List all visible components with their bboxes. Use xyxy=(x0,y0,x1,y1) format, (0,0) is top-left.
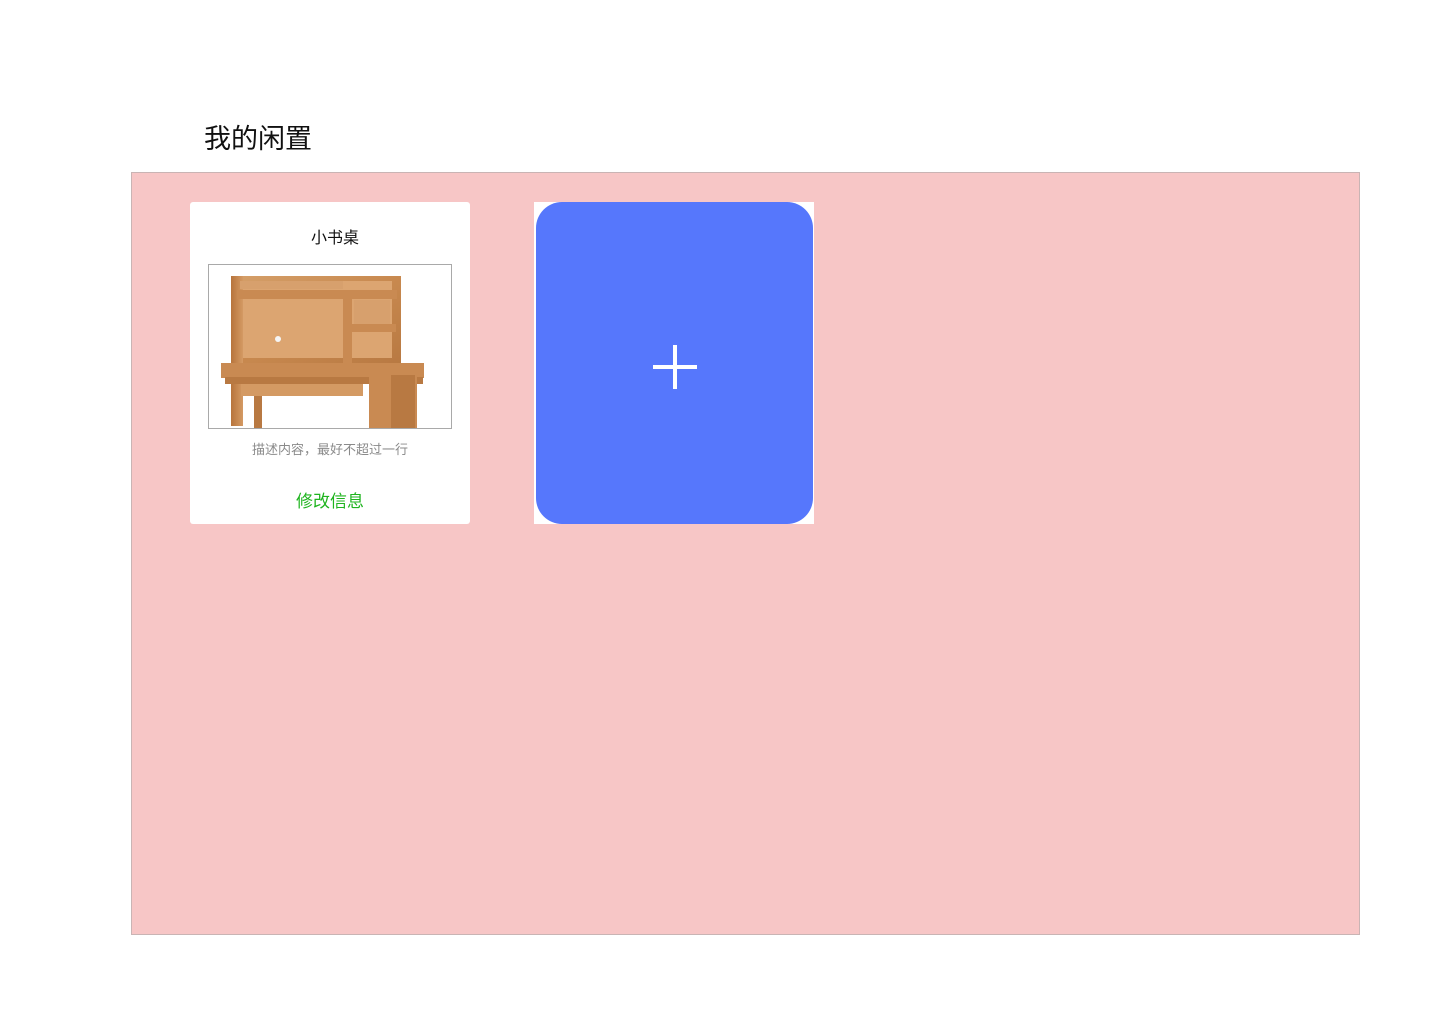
item-description: 描述内容，最好不超过一行 xyxy=(251,443,408,458)
add-item-card[interactable] xyxy=(534,202,814,524)
items-panel: 小书桌 描述内容，最好不超过一行 修改信息 xyxy=(131,172,1360,935)
item-card[interactable]: 小书桌 描述内容，最好不超过一行 修改信息 xyxy=(190,202,470,524)
plus-icon xyxy=(652,345,697,389)
edit-info-link[interactable]: 修改信息 xyxy=(190,487,470,512)
desk-image xyxy=(208,264,452,429)
add-item-button[interactable] xyxy=(536,202,813,524)
page-title: 我的闲置 xyxy=(204,124,312,155)
item-title: 小书桌 xyxy=(310,228,359,247)
page: 我的闲置 小书桌 描述内容，最好不超过一行 修改信息 xyxy=(0,0,1440,1024)
